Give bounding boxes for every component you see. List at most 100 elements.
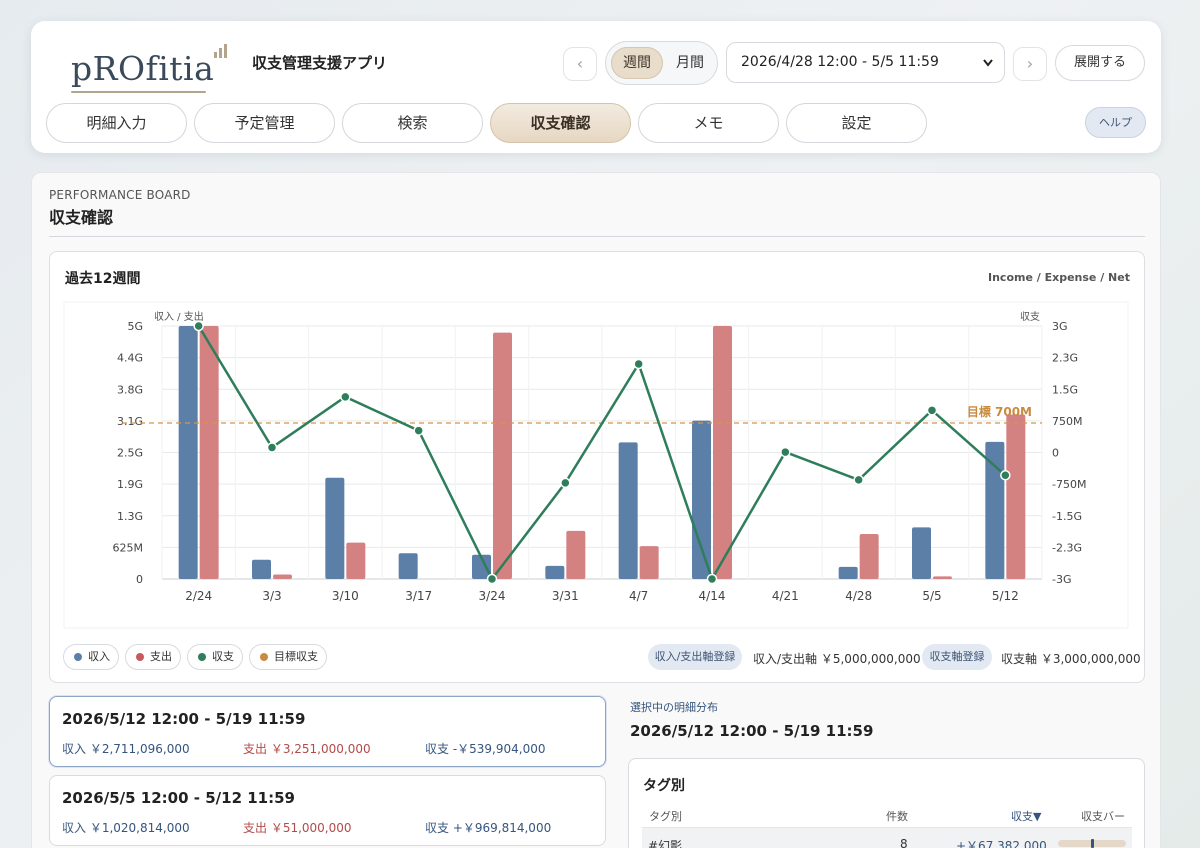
week-income: 収入 ￥1,020,814,000 <box>62 821 190 835</box>
legend-target[interactable]: 目標収支 <box>249 644 327 670</box>
net-mini-bar <box>1058 839 1126 848</box>
x-tick-label: 4/21 <box>772 589 799 603</box>
income-expense-axis-value: 収入/支出軸 ￥5,000,000,000 <box>753 652 921 666</box>
period-select[interactable]: 2026/4/28 12:00 - 5/5 11:59 <box>726 42 1005 83</box>
tag-breakdown-panel: タグ別 タグ別 件数 収支▼ 収支バー #幻影 8 +￥67,382,000 <box>628 758 1145 848</box>
x-tick-label: 4/7 <box>629 589 648 603</box>
net-point <box>853 474 864 486</box>
net-point <box>486 573 498 585</box>
logo-text: pROfitia <box>71 49 215 88</box>
logo-bars-icon <box>214 44 227 58</box>
tab-entry[interactable]: 明細入力 <box>46 103 187 143</box>
tag-name: #幻影 <box>648 839 683 848</box>
x-tick-label: 3/17 <box>405 589 432 603</box>
tab-memo[interactable]: メモ <box>638 103 779 143</box>
tag-panel-title: タグ別 <box>643 778 685 794</box>
expense-bar <box>199 326 219 579</box>
logo-underline <box>71 91 206 93</box>
net-point <box>413 425 424 436</box>
week-income: 収入 ￥2,711,096,000 <box>62 742 190 756</box>
income-bar <box>618 442 638 579</box>
x-tick-label: 3/24 <box>479 589 506 603</box>
net-point <box>266 442 278 453</box>
chevron-right-icon: › <box>1026 54 1034 73</box>
left-tick-label: 3.1G <box>117 415 143 428</box>
tab-balance[interactable]: 収支確認 <box>490 103 631 143</box>
legend-income[interactable]: 収入 <box>63 644 119 670</box>
week-net: 収支 +￥969,814,000 <box>425 821 552 835</box>
prev-period-button[interactable]: ‹ <box>563 47 597 81</box>
tab-search[interactable]: 検索 <box>342 103 483 143</box>
expense-bar <box>493 332 512 579</box>
performance-board: PERFORMANCE BOARD 収支確認 過去12週間 Income / E… <box>31 172 1161 848</box>
net-axis-value: 収支軸 ￥3,000,000,000 <box>1001 652 1141 666</box>
board-label: PERFORMANCE BOARD <box>49 188 191 202</box>
expense-bar <box>639 546 659 579</box>
toggle-weekly[interactable]: 週間 <box>611 47 663 79</box>
column-header-count[interactable]: 件数 <box>886 808 908 824</box>
week-expense: 支出 ￥3,251,000,000 <box>243 742 371 756</box>
right-tick-label: -1.5G <box>1052 510 1082 523</box>
net-point <box>193 320 204 332</box>
x-tick-label: 2/24 <box>185 589 212 603</box>
right-tick-label: -3G <box>1052 573 1072 586</box>
detail-label: 選択中の明細分布 <box>630 701 718 714</box>
income-bar <box>912 527 931 579</box>
left-tick-label: 4.4G <box>117 352 143 365</box>
help-button[interactable]: ヘルプ <box>1085 107 1146 138</box>
combo-chart[interactable]: 0 -3G 625M -2.3G 1.3G -1.5G 1.9G -750M 2.5G 0 3.1G… <box>50 252 1146 632</box>
left-tick-label: 0 <box>136 573 143 586</box>
week-range: 2026/5/12 12:00 - 5/19 11:59 <box>62 710 306 728</box>
income-bar <box>252 559 271 579</box>
chevron-left-icon: ‹ <box>576 54 584 73</box>
right-tick-label: 750M <box>1052 415 1083 428</box>
left-tick-label: 3.8G <box>117 383 143 396</box>
left-tick-label: 2.5G <box>117 447 143 460</box>
left-tick-label: 1.3G <box>117 510 143 523</box>
expense-bar <box>273 574 292 579</box>
left-tick-label: 625M <box>113 541 144 554</box>
expense-bar <box>859 533 879 579</box>
expense-bar <box>566 530 586 579</box>
right-tick-label: 1.5G <box>1052 383 1078 396</box>
left-axis-title: 収入 / 支出 <box>154 310 204 323</box>
week-range: 2026/5/5 12:00 - 5/12 11:59 <box>62 789 295 807</box>
x-tick-label: 5/5 <box>922 589 941 603</box>
income-bar <box>325 477 345 579</box>
expense-dot-icon <box>136 653 144 661</box>
app-title: 収支管理支援アプリ <box>252 54 388 72</box>
net-point <box>633 358 644 370</box>
expand-button[interactable]: 展開する <box>1055 45 1145 81</box>
expense-bar <box>346 542 366 579</box>
next-period-button[interactable]: › <box>1013 47 1047 81</box>
week-card-selected[interactable]: 2026/5/12 12:00 - 5/19 11:59 収入 ￥2,711,0… <box>49 696 606 767</box>
income-expense-axis-button[interactable]: 収入/支出軸登録 <box>648 644 742 670</box>
left-tick-label: 5G <box>127 320 143 333</box>
column-header-net-sorted[interactable]: 収支▼ <box>1011 808 1041 824</box>
table-row[interactable]: #幻影 8 +￥67,382,000 <box>642 827 1132 848</box>
column-header-net-bar: 収支バー <box>1081 810 1125 823</box>
income-bar <box>178 326 198 579</box>
tag-count: 8 <box>900 837 908 848</box>
tab-settings[interactable]: 設定 <box>786 103 927 143</box>
app-logo: pROfitia <box>71 41 241 93</box>
right-tick-label: 0 <box>1052 447 1059 460</box>
right-tick-label: 2.3G <box>1052 352 1078 365</box>
week-net: 収支 -￥539,904,000 <box>425 742 546 756</box>
legend-net[interactable]: 収支 <box>187 644 243 670</box>
net-point <box>706 573 718 585</box>
week-expense: 支出 ￥51,000,000 <box>243 821 352 835</box>
income-bar <box>985 441 1005 579</box>
column-header-tag[interactable]: タグ別 <box>649 808 682 824</box>
tag-net: +￥67,382,000 <box>956 839 1047 848</box>
week-card[interactable]: 2026/5/5 12:00 - 5/12 11:59 収入 ￥1,020,81… <box>49 775 606 846</box>
net-axis-button[interactable]: 収支軸登録 <box>922 644 992 670</box>
tab-schedule[interactable]: 予定管理 <box>194 103 335 143</box>
net-point <box>780 446 791 458</box>
right-tick-label: 3G <box>1052 320 1068 333</box>
chart-panel: 過去12週間 Income / Expense / Net 0 -3G 625M -2… <box>49 251 1145 683</box>
detail-range: 2026/5/12 12:00 - 5/19 11:59 <box>630 722 874 740</box>
legend-expense[interactable]: 支出 <box>125 644 181 670</box>
toggle-monthly[interactable]: 月間 <box>665 47 715 79</box>
right-tick-label: -750M <box>1052 478 1086 491</box>
